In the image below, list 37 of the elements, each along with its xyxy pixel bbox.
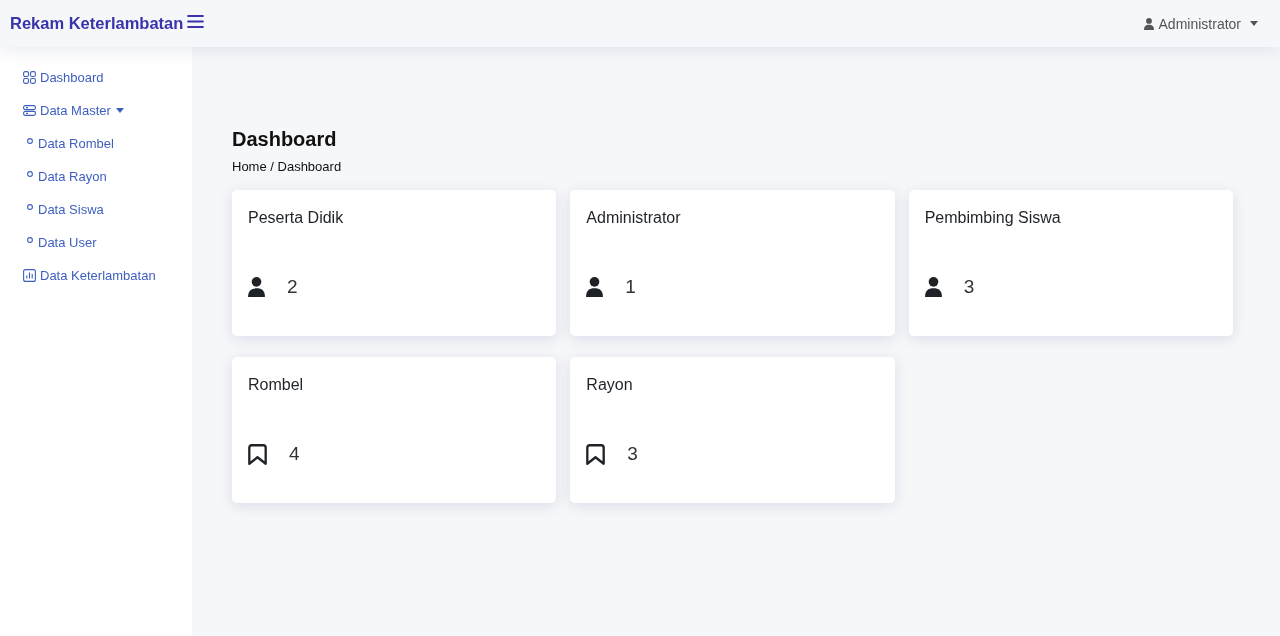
card-value: 4 <box>289 443 300 465</box>
circle-icon <box>27 204 33 210</box>
page-title: Dashboard <box>232 127 337 151</box>
person-icon <box>1143 17 1154 30</box>
person-icon <box>924 277 942 297</box>
user-menu-button[interactable]: Administrator <box>1143 15 1258 32</box>
sidebar-item[interactable]: Data Master <box>0 94 192 127</box>
layout-icon <box>23 104 36 117</box>
breadcrumb: Home / Dashboard <box>232 159 342 175</box>
grid-icon <box>23 71 36 84</box>
circle-icon <box>27 237 33 243</box>
card-value: 3 <box>963 276 975 298</box>
brand-title[interactable]: Rekam Keterlambatan <box>10 14 184 33</box>
card-title: Rombel <box>248 375 304 395</box>
card-value: 3 <box>627 443 638 465</box>
sidebar-subitem[interactable]: Data Rayon <box>0 160 192 193</box>
caret-icon <box>1250 21 1258 26</box>
person-icon <box>586 277 604 297</box>
card-value: 2 <box>287 276 298 298</box>
card-title: Peserta Didik <box>248 208 344 228</box>
sidebar-subitem[interactable]: Data User <box>0 226 192 259</box>
menu-icon[interactable] <box>187 15 205 28</box>
sidebar-item[interactable]: Dashboard <box>0 61 192 94</box>
card-title: Administrator <box>586 208 681 228</box>
bookmark-icon <box>248 443 267 465</box>
card-value: 1 <box>625 276 636 298</box>
sidebar-subitem[interactable]: Data Siswa <box>0 193 192 226</box>
person-icon <box>248 277 265 297</box>
sidebar-item[interactable]: Data Keterlambatan <box>0 259 192 292</box>
bar-chart-icon <box>23 269 36 282</box>
circle-icon <box>27 138 33 144</box>
card-title: Pembimbing Siswa <box>924 208 1061 228</box>
circle-icon <box>27 171 33 177</box>
card-title: Rayon <box>586 375 633 395</box>
sidebar-subitem[interactable]: Data Rombel <box>0 127 192 160</box>
caret-icon <box>115 108 124 113</box>
bookmark-icon <box>586 443 606 465</box>
